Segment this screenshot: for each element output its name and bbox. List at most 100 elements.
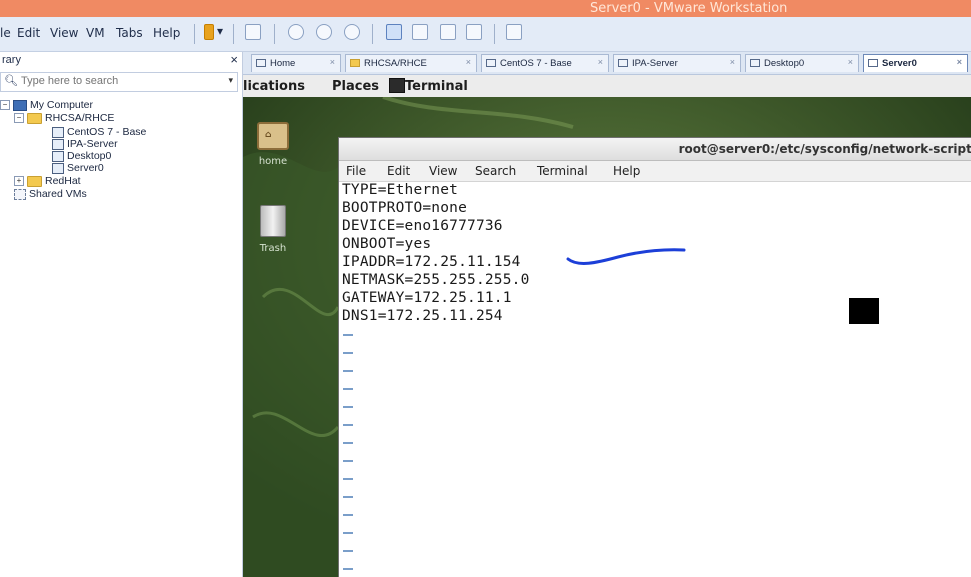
tab-label: IPA-Server [632, 58, 678, 69]
vim-empty-line-marker [343, 532, 353, 534]
toolbar-separator [494, 24, 495, 44]
guest-top-panel: lications Places Terminal [243, 75, 971, 98]
guest-menu-terminal[interactable]: Terminal [405, 79, 468, 94]
tree-item-redhat[interactable]: + RedHat [14, 174, 81, 188]
tab-ipa-server[interactable]: IPA-Server × [613, 54, 741, 72]
tab-server0[interactable]: Server0 × [863, 54, 968, 72]
vim-empty-line-marker [343, 370, 353, 372]
tab-label: Desktop0 [764, 58, 805, 69]
tree-item-shared-vms[interactable]: Shared VMs [14, 187, 87, 201]
library-view-icon[interactable] [386, 24, 402, 40]
folder-icon [27, 175, 42, 187]
terminal-menu-edit[interactable]: Edit [387, 164, 410, 178]
terminal-menubar: File Edit View Search Terminal Help [339, 161, 971, 182]
vim-empty-line-marker [343, 442, 353, 444]
tree-item-rhcsa-rhce[interactable]: − RHCSA/RHCE [14, 111, 114, 125]
chevron-down-icon[interactable]: ▾ [217, 24, 223, 38]
library-search[interactable]: 🔍︎ ▾ [0, 72, 238, 92]
tab-desktop0[interactable]: Desktop0 × [745, 54, 859, 72]
tab-rhcsa-rhce[interactable]: RHCSA/RHCE × [345, 54, 477, 72]
computer-icon [13, 99, 27, 111]
thumbnail-bar-icon[interactable] [412, 24, 428, 40]
config-line: NETMASK=255.255.255.0 [342, 272, 530, 288]
tab-label: Server0 [882, 58, 917, 69]
terminal-menu-terminal[interactable]: Terminal [537, 164, 588, 178]
menubar: le Edit View VM Tabs Help ▾ [0, 17, 971, 52]
pause-icon[interactable] [204, 24, 214, 40]
menu-tabs[interactable]: Tabs [116, 26, 143, 40]
menu-vm[interactable]: VM [86, 26, 105, 40]
tree-item-my-computer[interactable]: − My Computer [0, 98, 93, 112]
snapshot-icon[interactable] [288, 24, 304, 40]
desktop-icon-home[interactable]: ⌂ home [248, 122, 298, 167]
tree-item-vm[interactable]: Server0 [52, 161, 104, 175]
toolbar-separator [194, 24, 195, 44]
terminal-menu-file[interactable]: File [346, 164, 366, 178]
close-icon[interactable]: × [957, 57, 962, 67]
vm-icon [750, 59, 760, 67]
tab-home[interactable]: Home × [251, 54, 341, 72]
tree-item-label: Server0 [67, 162, 104, 174]
vm-tab-bar: Home × RHCSA/RHCE × CentOS 7 - Base × IPA-S… [243, 52, 971, 75]
terminal-icon[interactable] [389, 78, 405, 93]
terminal-titlebar[interactable]: root@server0:/etc/sysconfig/network-scri… [339, 138, 971, 161]
guest-menu-applications[interactable]: lications [243, 79, 305, 94]
close-icon[interactable]: × [330, 57, 335, 67]
close-icon[interactable]: × [730, 57, 735, 67]
desktop-icon-label: home [258, 156, 288, 167]
shared-vms-icon [14, 188, 26, 200]
config-line: DEVICE=eno16777736 [342, 218, 503, 234]
vim-empty-line-marker [343, 568, 353, 570]
collapse-icon[interactable]: − [0, 100, 10, 111]
send-keys-icon[interactable] [245, 24, 261, 40]
chevron-down-icon[interactable]: ▾ [228, 75, 233, 86]
vim-empty-line-marker [343, 514, 353, 516]
vm-icon [52, 162, 64, 174]
search-input[interactable] [21, 74, 211, 88]
collapse-icon[interactable]: − [14, 113, 24, 124]
config-line: BOOTPROTO=none [342, 200, 468, 216]
expand-icon[interactable]: + [14, 176, 24, 187]
snapshot-manager-icon[interactable] [344, 24, 360, 40]
toolbar-separator [372, 24, 373, 44]
tab-centos-7-base[interactable]: CentOS 7 - Base × [481, 54, 609, 72]
menu-edit[interactable]: Edit [17, 26, 40, 40]
menu-view[interactable]: View [50, 26, 78, 40]
vim-empty-line-marker [343, 550, 353, 552]
close-icon[interactable]: × [230, 52, 238, 67]
console-view-icon[interactable] [506, 24, 522, 40]
full-screen-icon[interactable] [440, 24, 456, 40]
tree-item-label: RHCSA/RHCE [45, 112, 115, 124]
tab-label: Home [270, 58, 296, 69]
menu-file[interactable]: le [0, 26, 11, 40]
close-icon[interactable]: × [466, 57, 471, 67]
vim-empty-line-marker [343, 352, 353, 354]
vim-empty-line-marker [343, 334, 353, 336]
desktop-icon-label: Trash [259, 243, 287, 254]
terminal-menu-search[interactable]: Search [475, 164, 516, 178]
home-folder-icon: ⌂ [257, 122, 289, 150]
menu-help[interactable]: Help [153, 26, 180, 40]
vm-icon [618, 59, 628, 67]
library-header: rary × [0, 52, 242, 70]
pen-annotation-stroke [566, 248, 686, 265]
folder-icon [27, 112, 42, 124]
revert-snapshot-icon[interactable] [316, 24, 332, 40]
window-title: Server0 - VMware Workstation [590, 1, 788, 16]
home-icon [256, 59, 266, 67]
unity-icon[interactable] [466, 24, 482, 40]
close-icon[interactable]: × [598, 57, 603, 67]
toolbar-separator [274, 24, 275, 44]
config-line: GATEWAY=172.25.11.1 [342, 290, 512, 306]
tree-item-label: My Computer [30, 99, 94, 111]
terminal-menu-help[interactable]: Help [613, 164, 640, 178]
terminal-menu-view[interactable]: View [429, 164, 457, 178]
window-titlebar: Server0 - VMware Workstation [0, 0, 971, 17]
desktop-icon-trash[interactable]: Trash [248, 205, 298, 254]
close-icon[interactable]: × [848, 57, 853, 67]
tree-item-label: RedHat [45, 175, 81, 187]
guest-menu-places[interactable]: Places [332, 79, 379, 94]
library-title: rary [2, 54, 21, 66]
folder-icon [350, 59, 360, 67]
search-icon: 🔍︎ [4, 75, 18, 87]
